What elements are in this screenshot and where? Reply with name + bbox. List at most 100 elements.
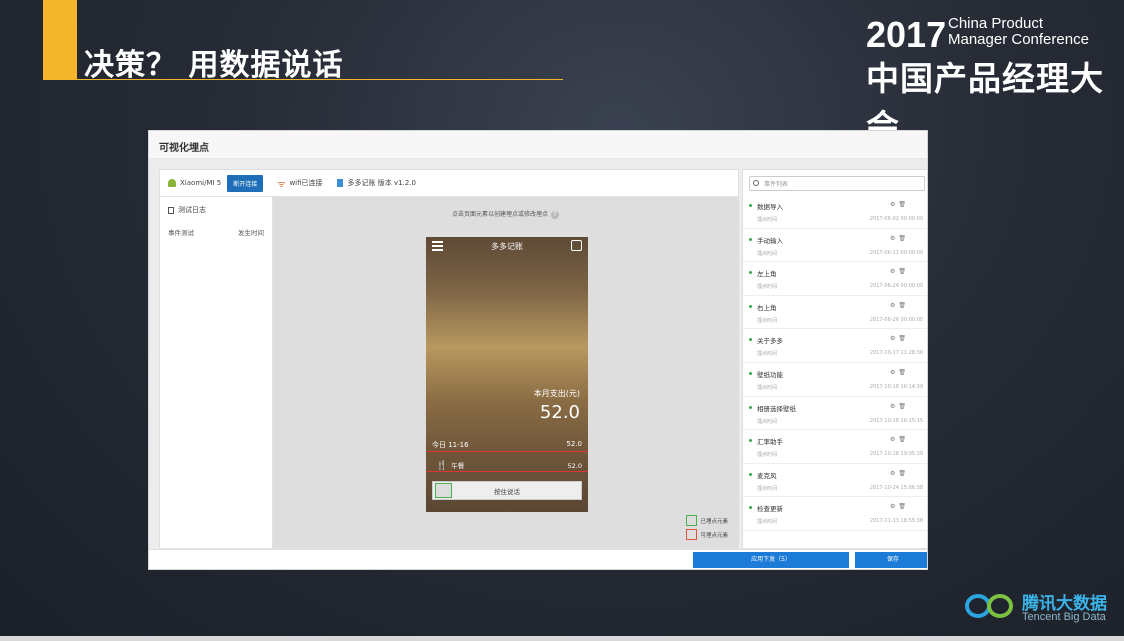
event-meta: 埋点时间 2017-06-24 00:00:00 <box>751 283 923 290</box>
lunch-row[interactable]: 🍴 午餐 52.0 <box>436 460 582 471</box>
green-box-icon <box>686 515 698 526</box>
event-actions: ⚙🗑 <box>890 470 909 477</box>
workspace: Xiaomi/MI 5 断开连接 ᯤ wifi已连接 多多记账 版本 v1.2.… <box>159 169 739 549</box>
status-dot-icon <box>749 472 752 476</box>
event-sub-label: 埋点时间 <box>757 452 778 459</box>
hint-text: 点击页面元素以创建埋点或修改埋点 <box>451 211 548 218</box>
conference-en-line2: Manager Conference <box>948 31 1089 48</box>
keyboard-icon[interactable] <box>435 483 452 498</box>
app-version-info: 多多记账 版本 v1.2.0 <box>336 178 416 188</box>
trash-icon[interactable]: 🗑 <box>898 470 909 477</box>
event-meta: 埋点时间 2017-10-18 16:15:15 <box>751 418 923 425</box>
legend-tracked-label: 已埋点元素 <box>700 518 728 525</box>
event-search-input[interactable]: 事件列表 <box>749 176 925 191</box>
trash-icon[interactable]: 🗑 <box>898 403 909 410</box>
red-box-icon <box>686 529 698 540</box>
help-icon[interactable]: ? <box>551 211 559 219</box>
event-actions: ⚙🗑 <box>890 503 909 510</box>
title-accent-bar <box>43 0 77 80</box>
event-meta: 埋点时间 2017-10-24 15:06:38 <box>751 485 923 492</box>
event-meta: 埋点时间 2017-06-11 00:00:00 <box>751 250 923 257</box>
event-sub-label: 埋点时间 <box>757 384 778 391</box>
event-meta: 埋点时间 2017-11-13 18:55:38 <box>751 518 923 525</box>
event-row[interactable]: 右上角 ⚙🗑 埋点时间 2017-06-26 00:00:00 <box>743 296 927 330</box>
event-row[interactable]: 相册选择壁纸 ⚙🗑 埋点时间 2017-10-18 16:15:15 <box>743 397 927 431</box>
event-time: 2017-10-18 16:14:39 <box>869 383 923 390</box>
event-time: 2017-06-26 00:00:00 <box>869 316 923 323</box>
event-meta: 埋点时间 2017-10-18 19:05:39 <box>751 451 923 458</box>
event-row[interactable]: 手动输入 ⚙🗑 埋点时间 2017-06-11 00:00:00 <box>743 229 927 263</box>
event-time: 2017-10-18 16:15:15 <box>869 417 923 424</box>
divider-line <box>426 451 588 452</box>
menu-icon[interactable] <box>432 241 443 251</box>
device-name: Xiaomi/MI 5 <box>180 179 222 187</box>
event-time: 2017-10-24 15:06:38 <box>869 484 923 491</box>
trash-icon[interactable]: 🗑 <box>898 436 909 443</box>
trash-icon[interactable]: 🗑 <box>898 302 909 309</box>
event-meta: 埋点时间 2017-06-26 00:00:00 <box>751 317 923 324</box>
trash-icon[interactable]: 🗑 <box>898 268 909 275</box>
event-row[interactable]: 壁纸功能 ⚙🗑 埋点时间 2017-10-18 16:14:39 <box>743 363 927 397</box>
tencent-bigdata-logo-icon <box>965 594 1013 618</box>
month-expense-value: 52.0 <box>539 402 580 423</box>
connection-bar: Xiaomi/MI 5 断开连接 ᯤ wifi已连接 多多记账 版本 v1.2.… <box>160 170 738 197</box>
event-actions: ⚙🗑 <box>890 369 909 376</box>
search-icon <box>753 180 759 186</box>
wifi-icon: ᯤ <box>277 179 286 190</box>
chart-icon[interactable] <box>571 240 582 251</box>
event-sub-label: 埋点时间 <box>757 418 778 425</box>
wifi-status: ᯤ wifi已连接 <box>277 177 322 190</box>
save-button[interactable]: 保存 <box>855 552 927 568</box>
event-sub-label: 埋点时间 <box>757 519 778 526</box>
trash-icon[interactable]: 🗑 <box>898 503 909 510</box>
event-time: 2017-10-18 19:05:39 <box>869 451 923 458</box>
event-sub-label: 埋点时间 <box>757 250 778 257</box>
conference-en-line1: China Product <box>948 15 1044 32</box>
action-bar: 应用下发（5） 保存 <box>149 549 927 569</box>
event-row[interactable]: 麦克风 ⚙🗑 埋点时间 2017-10-24 15:06:38 <box>743 464 927 498</box>
disconnect-button[interactable]: 断开连接 <box>227 174 264 192</box>
trash-icon[interactable]: 🗑 <box>898 335 909 342</box>
event-list-panel: 事件列表 数据导入 ⚙🗑 埋点时间 2017-06-02 00:00:00 手动输入 ⚙🗑… <box>742 169 927 549</box>
today-row[interactable]: 今日 11-16 52.0 <box>432 440 582 450</box>
event-list: 数据导入 ⚙🗑 埋点时间 2017-06-02 00:00:00 手动输入 ⚙🗑 埋点时间 2… <box>743 195 927 531</box>
event-time: 2017-10-17 11:28:30 <box>869 350 923 357</box>
event-sub-label: 埋点时间 <box>757 485 778 492</box>
event-time: 2017-06-11 00:00:00 <box>869 249 923 256</box>
event-actions: ⚙🗑 <box>890 235 909 242</box>
event-actions: ⚙🗑 <box>890 201 909 208</box>
test-log-panel: 测试日志 事件测试 发生时间 <box>160 197 273 548</box>
title-underline <box>43 79 563 80</box>
event-actions: ⚙🗑 <box>890 335 909 342</box>
event-row[interactable]: 数据导入 ⚙🗑 埋点时间 2017-06-02 00:00:00 <box>743 195 927 229</box>
legend-trackable-label: 可埋点元素 <box>700 532 728 539</box>
phone-screen[interactable]: 多多记账 本月支出(元) 52.0 今日 11-16 52.0 🍴 午餐 52.0 <box>426 237 588 512</box>
event-sub-label: 埋点时间 <box>757 317 778 324</box>
app-icon <box>336 179 343 187</box>
month-expense-label: 本月支出(元) <box>533 389 580 398</box>
today-label: 今日 11-16 <box>432 441 469 449</box>
lunch-value: 52.0 <box>567 461 582 470</box>
event-row[interactable]: 汇率助手 ⚙🗑 埋点时间 2017-10-18 19:05:39 <box>743 430 927 464</box>
conference-english-name: China Product Manager Conference <box>948 16 1089 48</box>
trash-icon[interactable]: 🗑 <box>898 201 909 208</box>
today-value: 52.0 <box>566 440 582 448</box>
legend-trackable: 可埋点元素 <box>686 529 728 540</box>
slide-title: 决策？ 用数据说话 <box>84 48 344 83</box>
bottom-strip <box>0 636 1124 641</box>
event-time: 2017-06-24 00:00:00 <box>869 283 923 290</box>
trash-icon[interactable]: 🗑 <box>898 235 909 242</box>
event-meta: 埋点时间 2017-10-18 16:14:39 <box>751 384 923 391</box>
event-meta: 埋点时间 2017-06-02 00:00:00 <box>751 216 923 223</box>
event-row[interactable]: 检查更新 ⚙🗑 埋点时间 2017-11-13 18:55:38 <box>743 497 927 531</box>
apply-button[interactable]: 应用下发（5） <box>693 552 849 568</box>
event-row[interactable]: 左上角 ⚙🗑 埋点时间 2017-06-24 00:00:00 <box>743 262 927 296</box>
legend-tracked: 已埋点元素 <box>686 515 728 526</box>
trash-icon[interactable]: 🗑 <box>898 369 909 376</box>
app-body: Xiaomi/MI 5 断开连接 ᯤ wifi已连接 多多记账 版本 v1.2.… <box>149 159 927 569</box>
event-row[interactable]: 关于多多 ⚙🗑 埋点时间 2017-10-17 11:28:30 <box>743 329 927 363</box>
voice-input-button[interactable]: 按住说话 <box>432 481 582 500</box>
status-dot-icon <box>749 237 752 241</box>
android-icon <box>168 179 176 187</box>
device-info: Xiaomi/MI 5 断开连接 <box>168 174 264 192</box>
